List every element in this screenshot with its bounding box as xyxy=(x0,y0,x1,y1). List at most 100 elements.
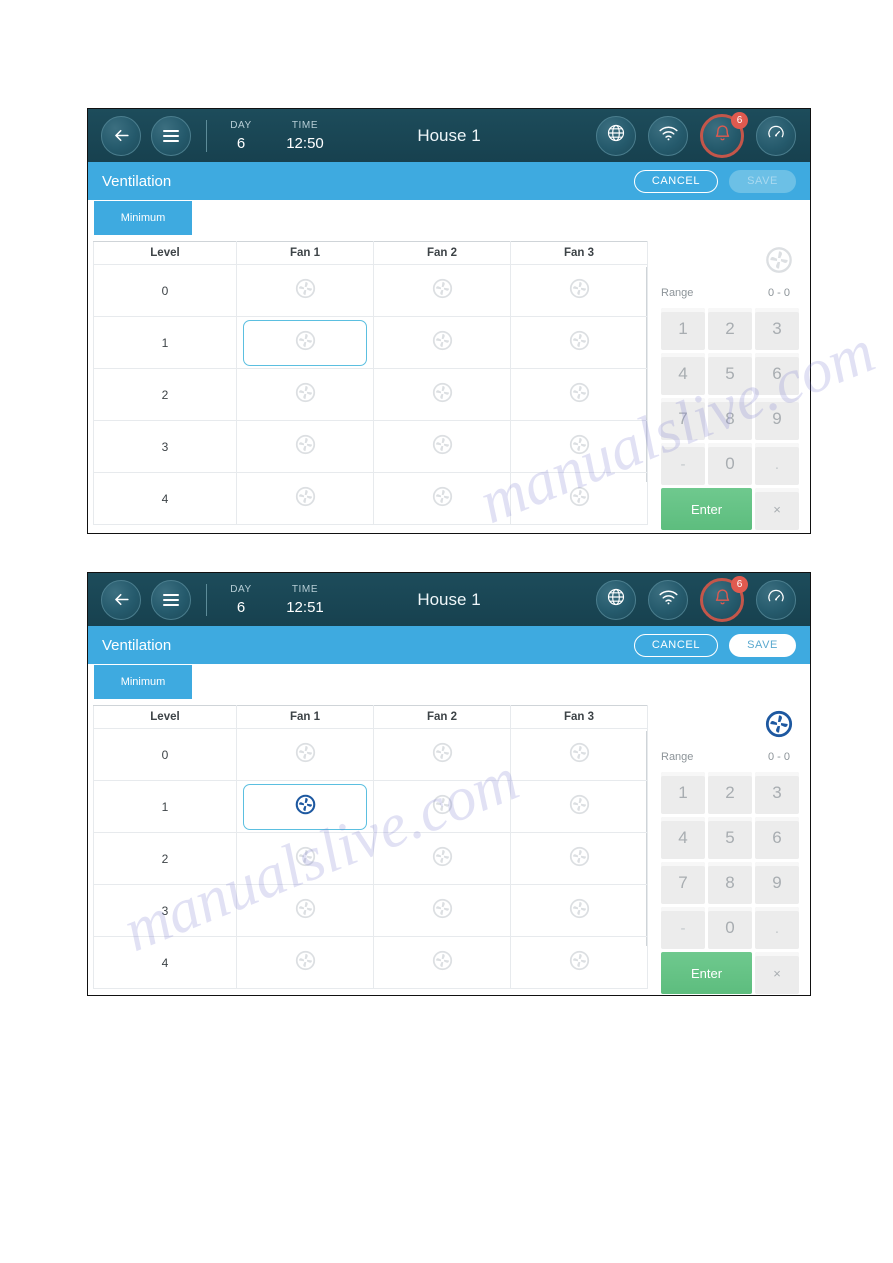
fan-toggle[interactable] xyxy=(238,373,372,417)
fan-toggle[interactable] xyxy=(512,785,646,829)
key-9[interactable]: 9 xyxy=(755,862,799,904)
fan-toggle[interactable] xyxy=(238,425,372,469)
screen-subheader: Ventilation CANCEL SAVE xyxy=(88,626,810,664)
key-decimal[interactable]: . xyxy=(755,443,799,485)
fan-toggle[interactable] xyxy=(375,733,509,777)
fan-toggle[interactable] xyxy=(375,941,509,985)
key-8[interactable]: 8 xyxy=(708,862,752,904)
fan-toggle[interactable] xyxy=(238,269,372,313)
key-4[interactable]: 4 xyxy=(661,353,705,395)
tab-minimum[interactable]: Minimum xyxy=(94,201,192,235)
col-header-level: Level xyxy=(93,241,237,265)
day-time-block: DAY 6 TIME 12:51 xyxy=(224,584,335,615)
key-3[interactable]: 3 xyxy=(755,308,799,350)
back-button[interactable] xyxy=(101,115,141,156)
fan-toggle[interactable] xyxy=(238,477,372,521)
fan-toggle-selected[interactable] xyxy=(243,783,367,830)
fan-toggle[interactable] xyxy=(512,321,646,365)
globe-icon-button[interactable] xyxy=(596,579,636,620)
arrow-left-icon xyxy=(112,590,131,609)
fan-cell xyxy=(373,368,511,421)
hamburger-menu-icon xyxy=(162,593,180,607)
subheader-actions: CANCEL SAVE xyxy=(633,169,796,193)
level-value: 0 xyxy=(93,728,237,781)
fan-toggle[interactable] xyxy=(375,477,509,521)
alarm-bell-button[interactable]: 6 xyxy=(700,575,748,622)
globe-icon-button[interactable] xyxy=(596,115,636,156)
fan-toggle[interactable] xyxy=(375,785,509,829)
enter-button[interactable]: Enter xyxy=(661,488,752,530)
key-2[interactable]: 2 xyxy=(708,772,752,814)
gauge-icon-button[interactable] xyxy=(756,579,796,620)
save-button[interactable]: SAVE xyxy=(729,633,796,657)
range-row: Range 0 - 0 xyxy=(661,751,810,763)
wifi-icon-button[interactable] xyxy=(648,115,688,156)
wifi-icon-button[interactable] xyxy=(648,579,688,620)
back-button[interactable] xyxy=(101,579,141,620)
key-6[interactable]: 6 xyxy=(755,817,799,859)
key-minus[interactable]: - xyxy=(661,907,705,949)
fan-toggle[interactable] xyxy=(238,889,372,933)
key-7[interactable]: 7 xyxy=(661,862,705,904)
fan-toggle[interactable] xyxy=(512,477,646,521)
wifi-icon xyxy=(658,125,679,146)
fan-toggle[interactable] xyxy=(512,269,646,313)
key-5[interactable]: 5 xyxy=(708,353,752,395)
enter-button[interactable]: Enter xyxy=(661,952,752,994)
table-row: 1 xyxy=(93,316,648,369)
cancel-button[interactable]: CANCEL xyxy=(633,633,719,657)
key-5[interactable]: 5 xyxy=(708,817,752,859)
fan-toggle[interactable] xyxy=(375,321,509,365)
fan-icon-off xyxy=(295,330,316,356)
key-8[interactable]: 8 xyxy=(708,398,752,440)
fan-toggle[interactable] xyxy=(512,941,646,985)
key-4[interactable]: 4 xyxy=(661,817,705,859)
ventilation-table-wrap: Level Fan 1 Fan 2 Fan 3 0 1 2 3 4 xyxy=(88,705,648,995)
fan-toggle[interactable] xyxy=(238,837,372,881)
key-7[interactable]: 7 xyxy=(661,398,705,440)
fan-icon-off xyxy=(432,330,453,356)
alarm-bell-button[interactable]: 6 xyxy=(700,111,748,158)
fan-toggle[interactable] xyxy=(512,837,646,881)
key-1[interactable]: 1 xyxy=(661,772,705,814)
fan-toggle[interactable] xyxy=(238,941,372,985)
fan-toggle[interactable] xyxy=(512,733,646,777)
key-0[interactable]: 0 xyxy=(708,907,752,949)
tab-minimum[interactable]: Minimum xyxy=(94,665,192,699)
key-decimal[interactable]: . xyxy=(755,907,799,949)
fan-toggle[interactable] xyxy=(375,269,509,313)
key-9[interactable]: 9 xyxy=(755,398,799,440)
table-row: 1 xyxy=(93,780,648,833)
fan-toggle[interactable] xyxy=(512,425,646,469)
menu-button[interactable] xyxy=(151,115,191,156)
key-3[interactable]: 3 xyxy=(755,772,799,814)
fan-toggle[interactable] xyxy=(238,733,372,777)
fan-toggle[interactable] xyxy=(512,373,646,417)
key-1[interactable]: 1 xyxy=(661,308,705,350)
clear-button[interactable]: × xyxy=(755,952,799,994)
fan-toggle[interactable] xyxy=(375,425,509,469)
gauge-icon-button[interactable] xyxy=(756,115,796,156)
key-6[interactable]: 6 xyxy=(755,353,799,395)
level-value: 4 xyxy=(93,472,237,525)
fan-icon-off xyxy=(432,846,453,872)
key-minus[interactable]: - xyxy=(661,443,705,485)
fan-icon-off xyxy=(295,434,316,460)
fan-toggle[interactable] xyxy=(512,889,646,933)
fan-toggle[interactable] xyxy=(375,889,509,933)
cancel-button[interactable]: CANCEL xyxy=(633,169,719,193)
clear-button[interactable]: × xyxy=(755,488,799,530)
fan-icon-on xyxy=(295,794,316,820)
key-2[interactable]: 2 xyxy=(708,308,752,350)
screen-subheader: Ventilation CANCEL SAVE xyxy=(88,162,810,200)
key-0[interactable]: 0 xyxy=(708,443,752,485)
fan-cell xyxy=(236,472,374,525)
save-button[interactable]: SAVE xyxy=(729,169,796,193)
fan-cell xyxy=(373,780,511,833)
fan-toggle[interactable] xyxy=(375,373,509,417)
range-label: Range xyxy=(661,751,694,763)
fan-toggle[interactable] xyxy=(375,837,509,881)
fan-toggle-selected[interactable] xyxy=(243,319,367,366)
time-display: TIME 12:50 xyxy=(275,120,335,151)
menu-button[interactable] xyxy=(151,579,191,620)
